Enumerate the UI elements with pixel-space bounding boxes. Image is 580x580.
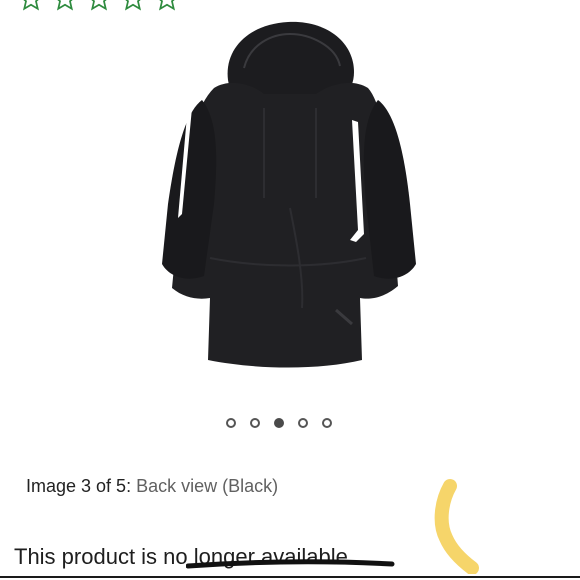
star-icon <box>56 0 74 11</box>
carousel-dot-5[interactable] <box>322 418 332 428</box>
star-icon <box>22 0 40 11</box>
jacket-back-view-image[interactable] <box>140 8 440 378</box>
carousel-dot-2[interactable] <box>250 418 260 428</box>
carousel-dots <box>226 418 332 428</box>
bottom-divider <box>0 576 580 578</box>
carousel-dot-4[interactable] <box>298 418 308 428</box>
product-page: Image 3 of 5: Back view (Black) This pro… <box>0 0 580 580</box>
carousel-dot-1[interactable] <box>226 418 236 428</box>
star-icon <box>90 0 108 11</box>
carousel-dot-3[interactable] <box>274 418 284 428</box>
jacket-right-sleeve <box>363 100 416 279</box>
image-caption: Image 3 of 5: Back view (Black) <box>26 476 278 497</box>
caption-label: Image 3 of 5: <box>26 476 132 496</box>
scribble-mark <box>186 559 395 569</box>
caption-description: Back view (Black) <box>136 476 279 496</box>
highlighter-mark <box>434 479 479 574</box>
